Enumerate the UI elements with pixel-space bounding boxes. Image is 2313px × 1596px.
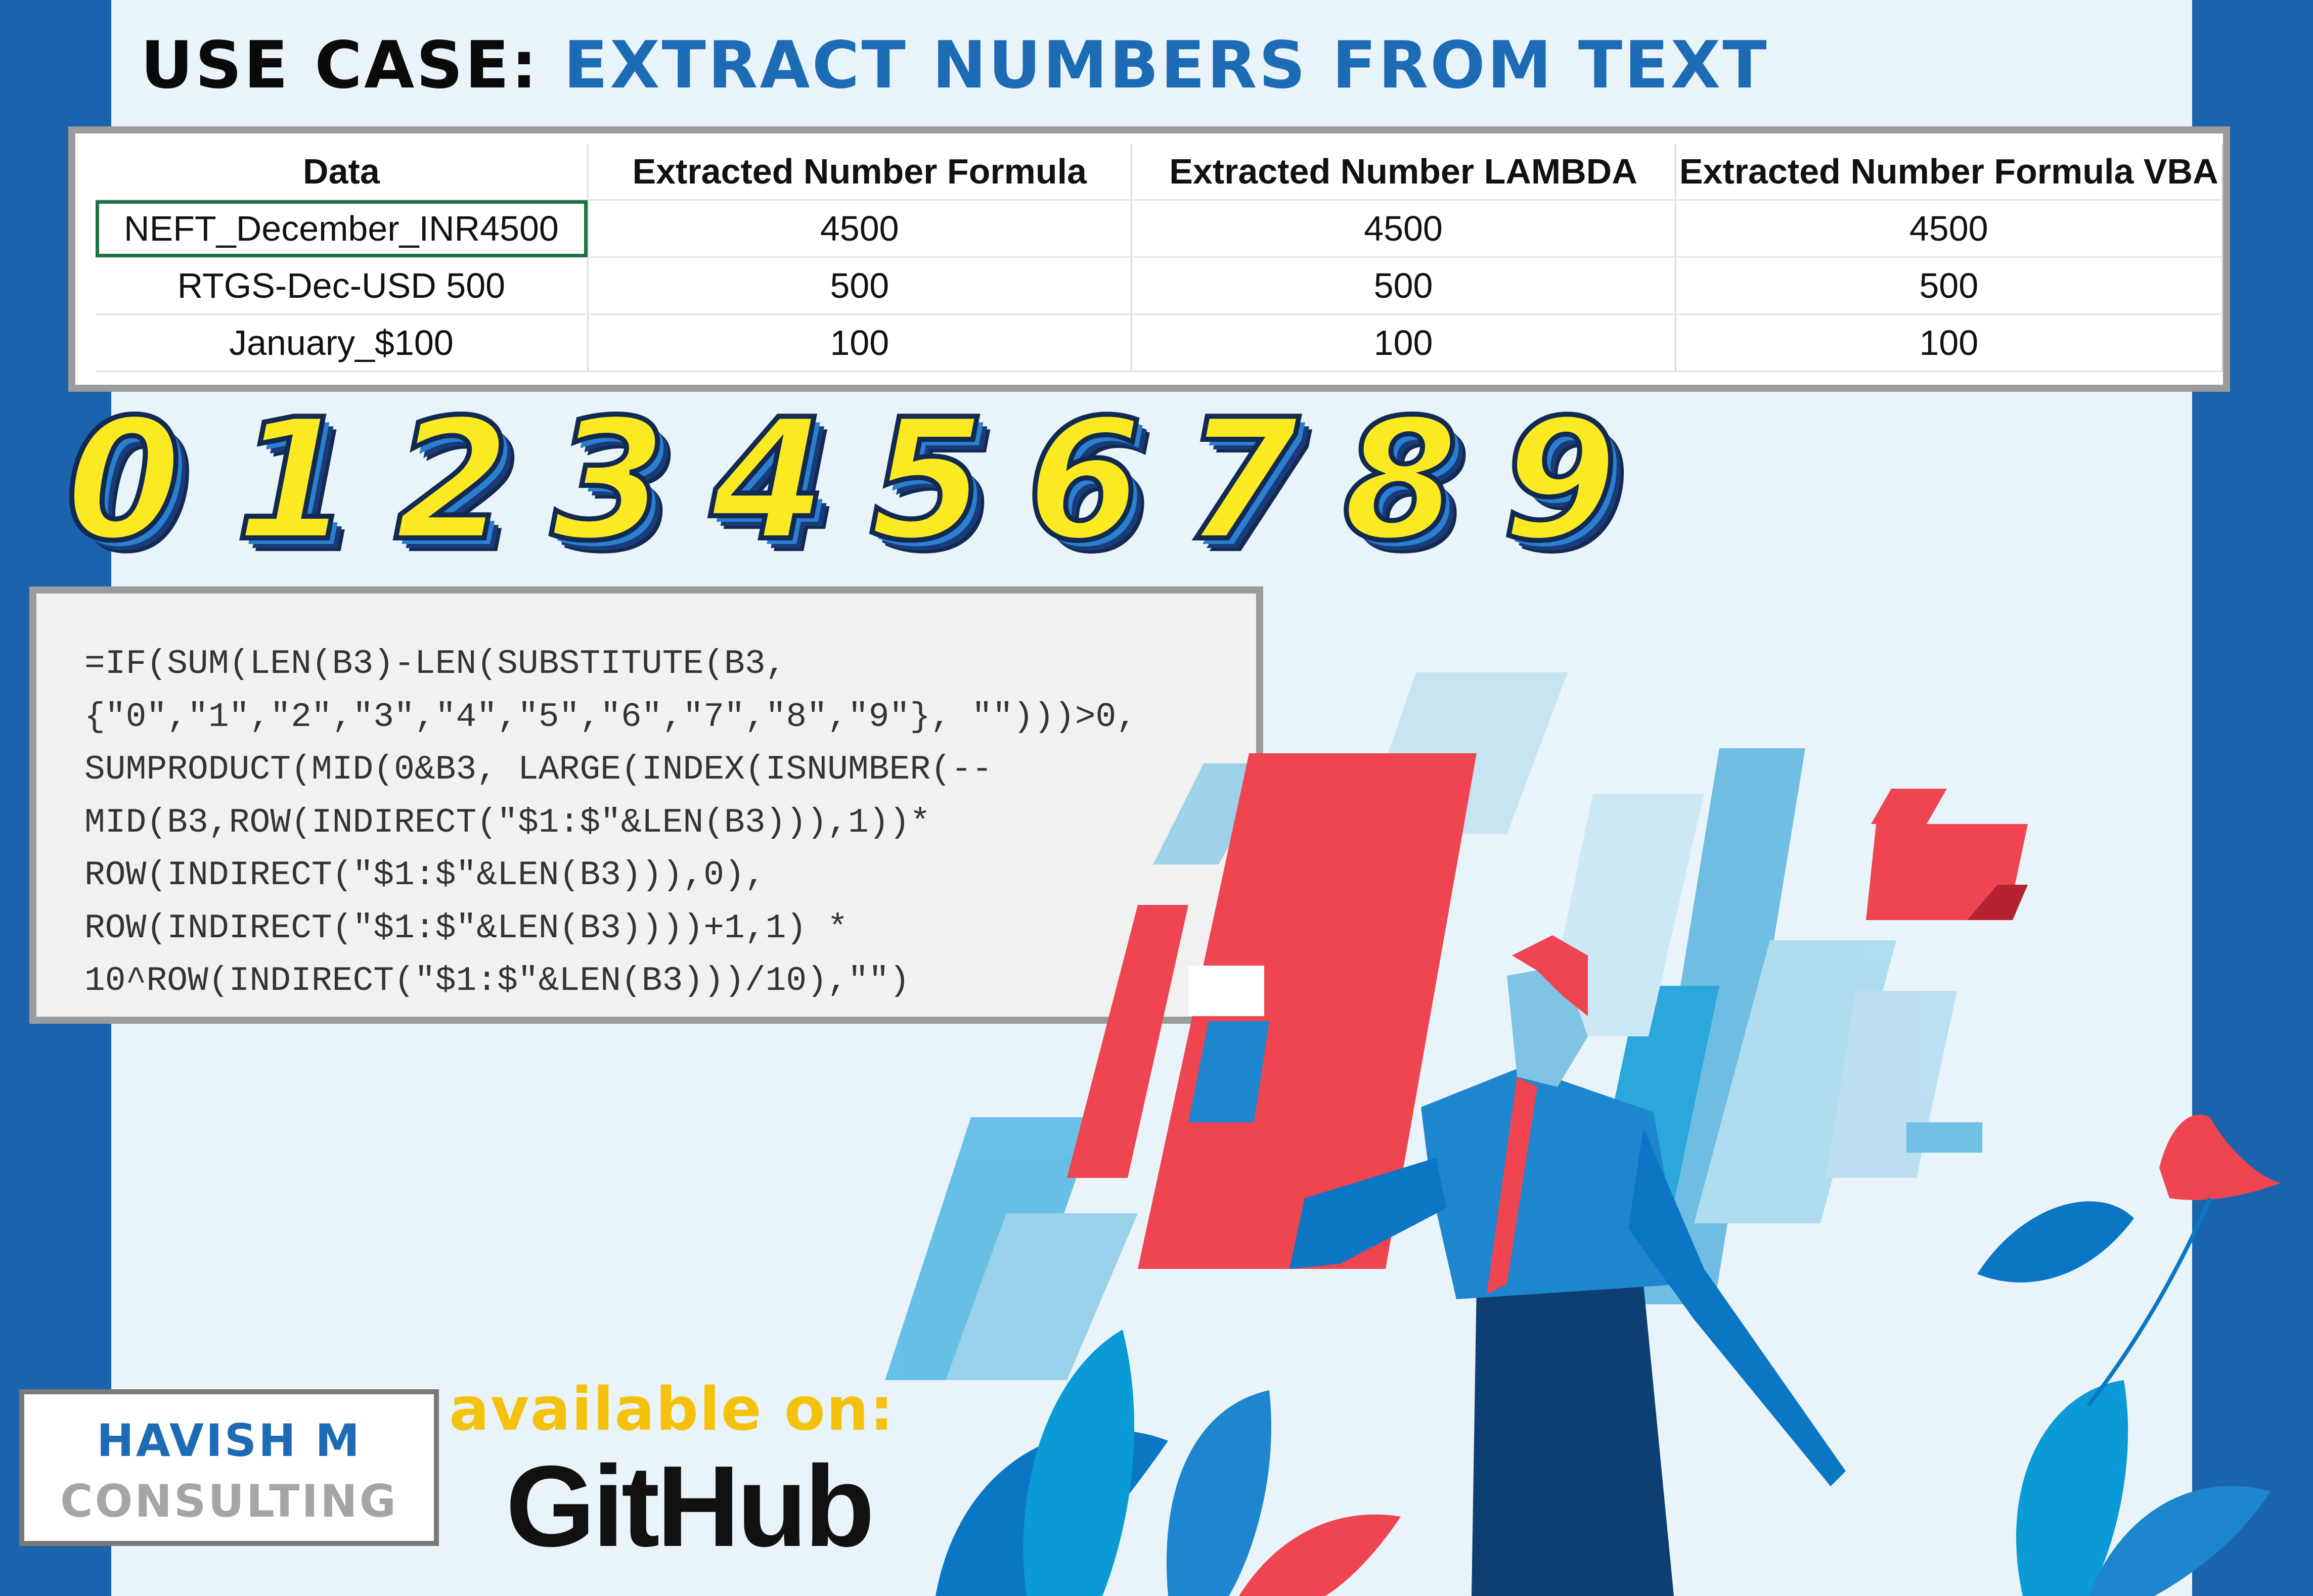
digit-0: 0 <box>63 383 185 577</box>
table-row: RTGS-Dec-USD 500 500 500 500 <box>96 257 2223 315</box>
table-row: NEFT_December_INR4500 4500 4500 4500 <box>96 200 2223 258</box>
spreadsheet-frame: Data Extracted Number Formula Extracted … <box>68 126 2230 392</box>
available-on-label: available on: <box>449 1374 895 1444</box>
spreadsheet-table: Data Extracted Number Formula Extracted … <box>96 144 2223 372</box>
title-accent: EXTRACT NUMBERS FROM TEXT <box>563 28 1769 103</box>
digit-strip: 0 1 2 3 4 5 6 7 8 9 <box>63 383 1633 577</box>
column-header-data[interactable]: Data <box>96 144 589 201</box>
logo-name: HAVISH M <box>97 1415 362 1467</box>
table-cell-selected[interactable]: NEFT_December_INR4500 <box>96 200 589 258</box>
digit-4: 4 <box>708 383 829 577</box>
digit-2: 2 <box>392 383 513 577</box>
table-cell[interactable]: January_$100 <box>96 314 589 372</box>
table-cell[interactable]: 4500 <box>588 200 1132 258</box>
digit-7: 7 <box>1181 383 1302 577</box>
table-row: January_$100 100 100 100 <box>96 314 2223 372</box>
digit-3: 3 <box>549 383 670 577</box>
logo-subtitle: CONSULTING <box>60 1475 398 1527</box>
table-cell[interactable]: 4500 <box>1675 200 2223 258</box>
table-cell[interactable]: 100 <box>1131 314 1676 372</box>
header-row: Data Extracted Number Formula Extracted … <box>96 144 2223 201</box>
table-cell[interactable]: 500 <box>588 257 1132 315</box>
digit-5: 5 <box>867 383 989 577</box>
table-cell[interactable]: 500 <box>1675 257 2223 315</box>
digit-8: 8 <box>1340 383 1461 577</box>
table-cell[interactable]: 4500 <box>1131 200 1676 258</box>
digit-6: 6 <box>1024 383 1145 577</box>
title-prefix: USE CASE: <box>141 28 539 103</box>
digit-9: 9 <box>1499 383 1621 577</box>
logo-badge: HAVISH M CONSULTING <box>19 1389 439 1546</box>
businessman-illustration <box>885 672 2281 1596</box>
table-cell[interactable]: 100 <box>1675 314 2223 372</box>
github-label[interactable]: GitHub <box>506 1446 875 1567</box>
digit-1: 1 <box>233 383 354 577</box>
table-cell[interactable]: 500 <box>1131 257 1676 315</box>
table-cell[interactable]: 100 <box>588 314 1132 372</box>
page-title: USE CASE: EXTRACT NUMBERS FROM TEXT <box>141 28 1769 104</box>
column-header-formula[interactable]: Extracted Number Formula <box>588 144 1132 201</box>
table-cell[interactable]: RTGS-Dec-USD 500 <box>96 257 589 315</box>
column-header-vba[interactable]: Extracted Number Formula VBA <box>1675 144 2223 201</box>
column-header-lambda[interactable]: Extracted Number LAMBDA <box>1131 144 1676 201</box>
